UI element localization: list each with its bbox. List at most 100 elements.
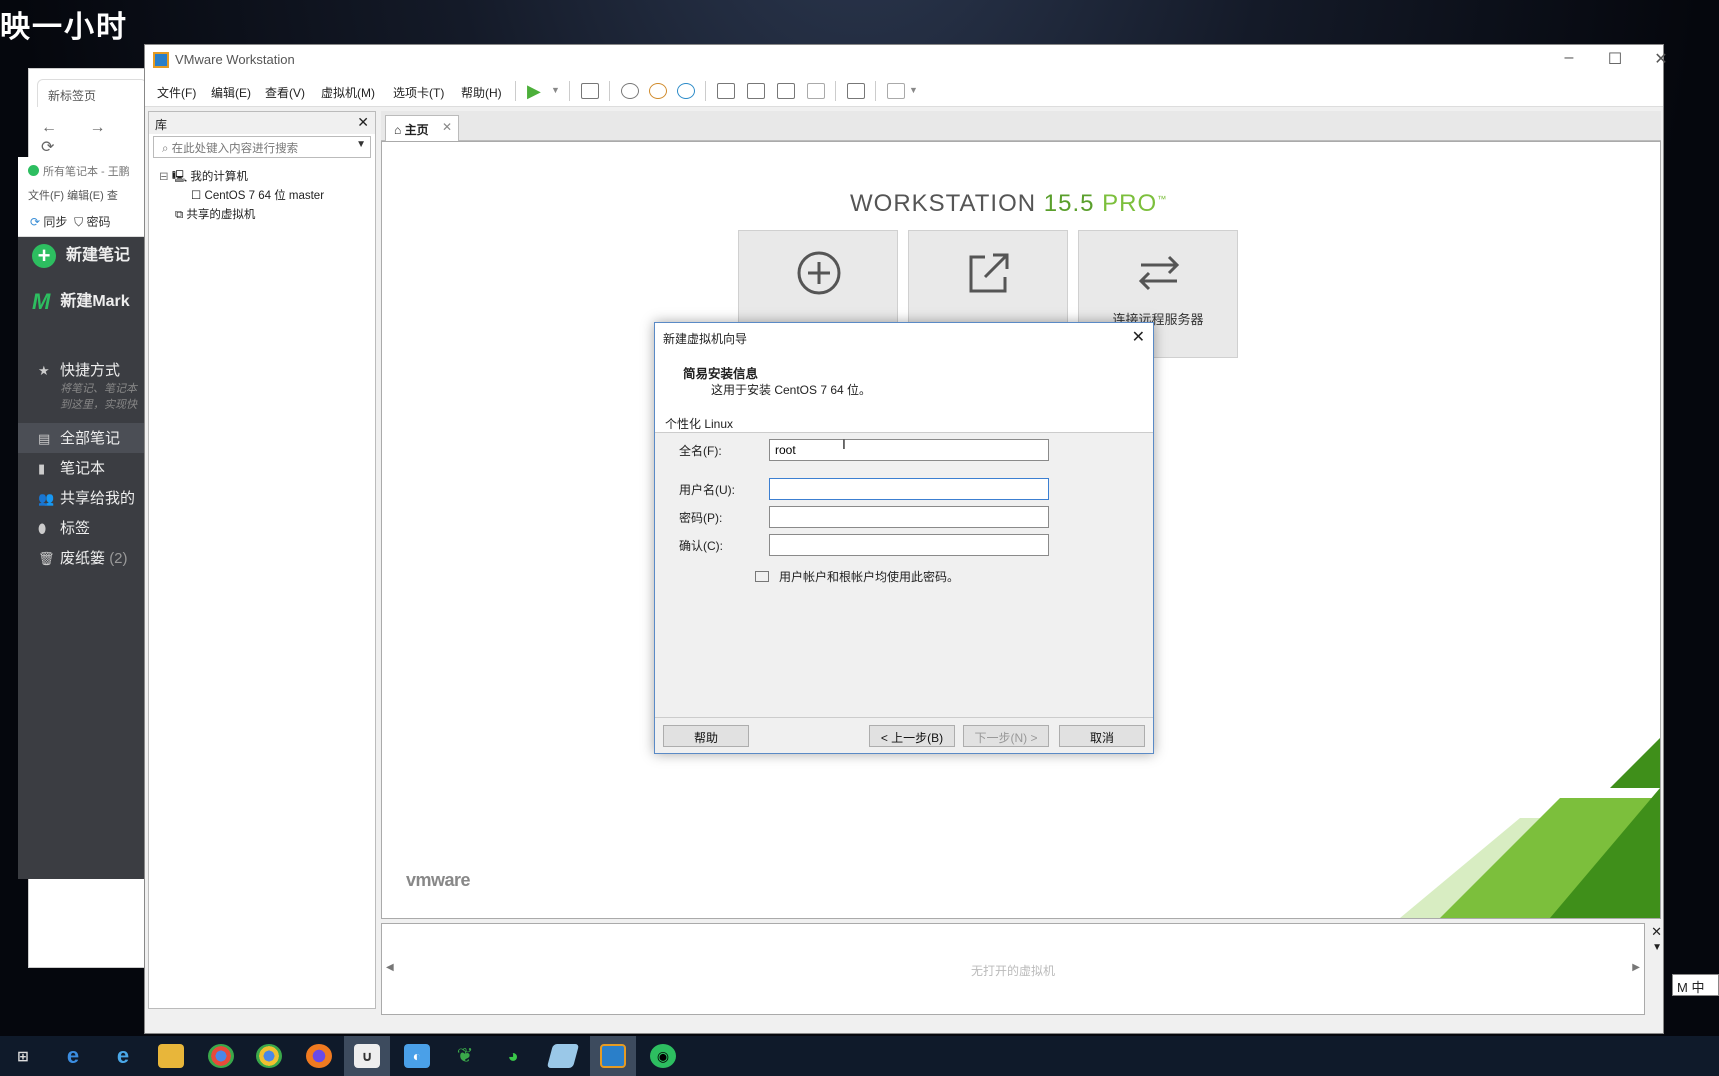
chevron-down-icon[interactable]: ▼ (1652, 942, 1662, 953)
snapshot-icon[interactable] (621, 83, 639, 99)
new-markdown-button[interactable]: M 新建Mark (32, 287, 130, 317)
chevron-down-icon[interactable]: ▼ (356, 139, 366, 150)
vmware-taskbar-icon[interactable] (600, 1044, 626, 1068)
fullscreen-icon[interactable] (777, 83, 795, 99)
library-header: 库 ✕ (149, 112, 375, 134)
close-tab-icon[interactable]: ✕ (442, 120, 452, 134)
close-library-icon[interactable]: ✕ (357, 114, 369, 131)
menu-view[interactable]: 查看(V) (265, 84, 305, 101)
cancel-button[interactable]: 取消 (1059, 725, 1145, 747)
chevron-down-icon[interactable]: ▼ (551, 85, 560, 95)
search-icon: ⌕ (162, 143, 169, 155)
chrome-icon[interactable] (208, 1044, 234, 1068)
browser-nav-buttons[interactable]: ← → ⟳ (41, 119, 147, 157)
new-markdown-label: 新建Mark (60, 293, 130, 310)
sidebar-item-notebooks[interactable]: ▮ 笔记本 (38, 457, 105, 478)
evernote-icon[interactable]: ❦ (452, 1044, 478, 1068)
sidebar-item-trash[interactable]: 🗑 废纸篓 (2) (38, 547, 128, 568)
help-button[interactable]: 帮助 (663, 725, 749, 747)
ime-indicator[interactable]: M 中 (1672, 974, 1719, 996)
unity-icon[interactable] (807, 83, 825, 99)
close-thumbnail-bar-icon[interactable]: ✕ (1651, 924, 1662, 940)
new-note-label: 新建笔记 (66, 247, 131, 264)
console-icon[interactable] (847, 83, 865, 99)
next-button[interactable]: 下一步(N) > (963, 725, 1049, 747)
thumbnail-bar-icon[interactable] (747, 83, 765, 99)
dialog-subheading: 这用于安装 CentOS 7 64 位。 (711, 383, 872, 397)
new-note-button[interactable]: + 新建笔记 (32, 241, 130, 271)
sidebar-item-shortcuts[interactable]: ★ 快捷方式 (38, 359, 120, 380)
ie-icon[interactable]: e (110, 1044, 136, 1068)
notes-menubar[interactable]: 文件(F) 编辑(E) 查 (18, 183, 148, 205)
sidebar-item-tags[interactable]: ⬮ 标签 (38, 517, 90, 538)
shared-label: 共享给我的 (60, 490, 136, 507)
tree-node-vm[interactable]: ☐ CentOS 7 64 位 master (149, 187, 375, 206)
tab-home[interactable]: ⌂ 主页 ✕ (385, 115, 459, 141)
tab-home-label: 主页 (404, 123, 429, 137)
menu-vm[interactable]: 虚拟机(M) (321, 84, 375, 101)
chevron-down-icon[interactable]: ▼ (909, 85, 918, 95)
sidebar-item-shared[interactable]: 👥 共享给我的 (38, 487, 135, 508)
scroll-right-icon[interactable]: ▶ (1632, 962, 1640, 973)
sidebar-item-all-notes[interactable]: ▤ 全部笔记 (38, 427, 120, 448)
library-search-input[interactable]: ⌕ 在此处键入内容进行搜索 ▼ (153, 136, 371, 158)
app-icon[interactable] (546, 1044, 580, 1068)
fullname-input[interactable] (769, 439, 1049, 461)
brand-version: 15.5 (1043, 190, 1095, 217)
app-icon[interactable]: ∪ (354, 1044, 380, 1068)
firefox-icon[interactable] (306, 1044, 332, 1068)
snapshot-manager-icon[interactable] (677, 83, 695, 99)
menu-help[interactable]: 帮助(H) (461, 84, 502, 101)
brand-trademark: ™ (1157, 194, 1168, 204)
collapse-icon[interactable]: ⊟ (159, 171, 169, 183)
task-view-icon[interactable]: ⊞ (10, 1044, 36, 1068)
minimize-icon[interactable]: – (1547, 49, 1591, 67)
password-button[interactable]: 密码 (86, 215, 110, 229)
trash-label: 废纸篓 (60, 550, 106, 567)
all-notes-label: 全部笔记 (60, 430, 121, 447)
back-button[interactable]: < 上一步(B) (869, 725, 955, 747)
vmware-app-icon (153, 52, 169, 68)
tags-label: 标签 (60, 520, 91, 537)
browser-tab[interactable]: 新标签页 (37, 79, 147, 107)
stretch-icon[interactable] (887, 83, 905, 99)
shortcut-hint-line: 将笔记、笔记本 (60, 383, 137, 395)
section-label: 个性化 Linux (665, 417, 734, 431)
menu-file[interactable]: 文件(F) (157, 84, 196, 101)
revert-snapshot-icon[interactable] (649, 83, 667, 99)
dialog-footer-divider (655, 717, 1153, 718)
tree-node-shared-vms[interactable]: ⧉ 共享的虚拟机 (149, 206, 375, 225)
dialog-heading: 简易安装信息 (683, 367, 759, 381)
plus-icon: + (32, 243, 56, 268)
library-view-icon[interactable] (717, 83, 735, 99)
notebooks-label: 笔记本 (60, 460, 106, 477)
file-explorer-icon[interactable] (158, 1044, 184, 1068)
password-input[interactable] (769, 506, 1049, 528)
username-input[interactable] (769, 478, 1049, 500)
menu-edit[interactable]: 编辑(E) (211, 84, 251, 101)
library-tree: ⊟ 🖳 我的计算机 ☐ CentOS 7 64 位 master ⧉ 共享的虚拟… (149, 160, 375, 225)
maximize-icon[interactable]: ☐ (1593, 49, 1637, 69)
tree-node-my-computer[interactable]: ⊟ 🖳 我的计算机 (149, 168, 375, 187)
new-vm-wizard-dialog: 新建虚拟机向导 ✕ 简易安装信息 这用于安装 CentOS 7 64 位。 个性化… (654, 322, 1154, 754)
sync-button[interactable]: 同步 (43, 215, 67, 229)
notes-app-window: 所有笔记本 - 王鹏 文件(F) 编辑(E) 查 ⟳ 同步 ⛉ 密码 + 新建笔记… (18, 157, 148, 879)
shortcut-hint-line: 到这里，实现快 (60, 399, 137, 411)
computer-icon: 🖳 (171, 171, 188, 183)
close-window-icon[interactable]: ✕ (1639, 49, 1683, 69)
chrome-canary-icon[interactable] (256, 1044, 282, 1068)
wechat-icon[interactable]: ◕ (500, 1044, 526, 1068)
dialog-title: 新建虚拟机向导 (663, 332, 748, 346)
password-label: 密码(P): (679, 511, 723, 525)
confirm-password-input[interactable] (769, 534, 1049, 556)
edge-icon[interactable]: e (60, 1044, 86, 1068)
vmware-logo: vmware (406, 870, 471, 890)
power-on-icon[interactable]: ▶ (527, 81, 541, 102)
menu-tabs[interactable]: 选项卡(T) (393, 84, 444, 101)
search-placeholder: 在此处键入内容进行搜索 (171, 143, 299, 155)
sync-icon[interactable]: ⟳ (30, 215, 40, 229)
app-icon[interactable]: ◉ (650, 1044, 676, 1068)
app-icon[interactable]: ◐ (404, 1044, 430, 1068)
close-dialog-icon[interactable]: ✕ (1132, 327, 1145, 347)
send-ctrl-alt-del-icon[interactable] (581, 83, 599, 99)
